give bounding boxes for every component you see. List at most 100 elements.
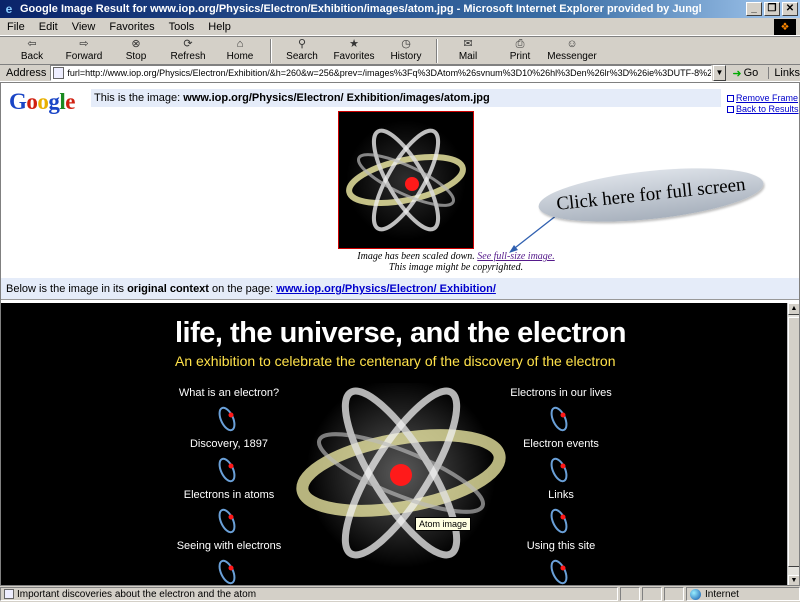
- copyright-notice: This image might be copyrighted.: [388, 262, 524, 273]
- nav-label: Using this site: [526, 540, 596, 552]
- go-arrow-icon: ➜: [732, 67, 742, 80]
- favorites-label: Favorites: [333, 51, 375, 62]
- nav-electrons-in-our-lives[interactable]: Electrons in our lives: [481, 387, 641, 433]
- address-value: furl=http://www.iop.org/Physics/Electron…: [67, 68, 712, 78]
- nav-label: Electrons in our lives: [510, 387, 612, 399]
- home-label: Home: [226, 51, 254, 62]
- messenger-icon: ☺: [566, 38, 578, 50]
- print-button[interactable]: ⎙ Print: [494, 37, 546, 65]
- address-label: Address: [6, 67, 47, 79]
- stop-label: Stop: [125, 51, 147, 62]
- back-label: Back: [20, 51, 44, 62]
- mail-button[interactable]: ✉ Mail: [442, 37, 494, 65]
- google-logo[interactable]: Google: [9, 89, 75, 115]
- nav-what-is-electron[interactable]: What is an electron?: [149, 387, 309, 433]
- search-label: Search: [286, 51, 318, 62]
- links-button[interactable]: Links: [768, 67, 800, 79]
- nav-label: Seeing with electrons: [176, 540, 282, 552]
- scroll-thumb[interactable]: [788, 317, 799, 567]
- back-results-icon: [727, 106, 734, 113]
- close-button[interactable]: ✕: [782, 2, 798, 16]
- status-text-panel: Important discoveries about the electron…: [0, 587, 618, 601]
- minimize-button[interactable]: _: [746, 2, 762, 16]
- browser-content: Google This is the image: www.iop.org/Ph…: [0, 82, 800, 586]
- atom-thumbnail-image[interactable]: [338, 111, 474, 249]
- caption-prefix: Image has been scaled down.: [357, 251, 475, 262]
- standard-toolbar: ⇦ Back ⇨ Forward ⊗ Stop ⟳ Refresh ⌂ Home ⚲ Sea…: [0, 36, 800, 64]
- nav-label: What is an electron?: [178, 387, 280, 399]
- refresh-button[interactable]: ⟳ Refresh: [162, 37, 214, 65]
- callout-arrow-icon: [509, 214, 558, 253]
- google-frame: Google This is the image: www.iop.org/Ph…: [1, 83, 799, 301]
- logo-letter: g: [48, 89, 60, 114]
- image-url: www.iop.org/Physics/Electron/ Exhibition…: [183, 92, 490, 104]
- mail-label: Mail: [458, 51, 478, 62]
- print-label: Print: [509, 51, 531, 62]
- forward-button[interactable]: ⇨ Forward: [58, 37, 110, 65]
- atom-graphic[interactable]: [291, 383, 511, 583]
- atom-tooltip: Atom image: [415, 517, 472, 531]
- original-context-bar: Below is the image in its original conte…: [1, 278, 799, 300]
- mini-atom-icon: [218, 508, 236, 534]
- exhibition-frame: life, the universe, and the electron An …: [1, 303, 787, 585]
- original-page-link[interactable]: www.iop.org/Physics/Electron/ Exhibition…: [276, 283, 496, 295]
- address-dropdown-button[interactable]: ▼: [712, 65, 727, 81]
- ie-icon: e: [5, 2, 13, 16]
- maximize-button[interactable]: ❐: [764, 2, 780, 16]
- window-title: Google Image Result for www.iop.org/Phys…: [20, 3, 702, 15]
- print-icon: ⎙: [515, 38, 525, 50]
- status-panel: [620, 587, 640, 601]
- status-bar: Important discoveries about the electron…: [0, 586, 800, 602]
- favorites-icon: ★: [349, 38, 359, 50]
- back-to-results-link[interactable]: Back to Results: [736, 104, 799, 115]
- logo-letter: o: [26, 89, 38, 114]
- menu-edit[interactable]: Edit: [32, 21, 65, 33]
- forward-arrow-icon: ⇨: [79, 38, 89, 50]
- nav-electron-events[interactable]: Electron events: [481, 438, 641, 484]
- scroll-up-button[interactable]: ▲: [788, 303, 799, 315]
- menu-tools[interactable]: Tools: [162, 21, 202, 33]
- toolbar-separator: [270, 39, 272, 63]
- atom-image: [346, 120, 466, 240]
- vertical-scrollbar[interactable]: ▲ ▼: [787, 303, 799, 585]
- fullscreen-callout[interactable]: Click here for full screen: [536, 159, 766, 231]
- info-prefix: This is the image:: [94, 92, 181, 104]
- nav-links[interactable]: Links: [481, 489, 641, 535]
- history-button[interactable]: ◷ History: [380, 37, 432, 65]
- address-input[interactable]: furl=http://www.iop.org/Physics/Electron…: [50, 65, 712, 81]
- nav-discovery-1897[interactable]: Discovery, 1897: [149, 438, 309, 484]
- scroll-down-button[interactable]: ▼: [788, 575, 799, 585]
- stop-button[interactable]: ⊗ Stop: [110, 37, 162, 65]
- menu-help[interactable]: Help: [201, 21, 238, 33]
- favorites-button[interactable]: ★ Favorites: [328, 37, 380, 65]
- mail-icon: ✉: [463, 38, 473, 50]
- messenger-button[interactable]: ☺ Messenger: [546, 37, 598, 65]
- forward-label: Forward: [65, 51, 103, 62]
- nav-seeing-with-electrons[interactable]: Seeing with electrons: [149, 540, 309, 585]
- menu-file[interactable]: File: [0, 21, 32, 33]
- menu-view[interactable]: View: [65, 21, 103, 33]
- nav-using-this-site[interactable]: Using this site: [481, 540, 641, 585]
- mini-atom-icon: [218, 559, 236, 585]
- back-button[interactable]: ⇦ Back: [6, 37, 58, 65]
- nav-label: Discovery, 1897: [189, 438, 269, 450]
- nav-label: Electron events: [523, 438, 599, 450]
- home-button[interactable]: ⌂ Home: [214, 37, 266, 65]
- remove-frame-link[interactable]: Remove Frame: [736, 93, 798, 104]
- search-button[interactable]: ⚲ Search: [276, 37, 328, 65]
- nav-label: Links: [548, 489, 574, 501]
- menu-favorites[interactable]: Favorites: [102, 21, 161, 33]
- history-label: History: [390, 51, 422, 62]
- mini-atom-icon: [550, 508, 568, 534]
- nav-electrons-in-atoms[interactable]: Electrons in atoms: [149, 489, 309, 535]
- window-title-bar[interactable]: e Google Image Result for www.iop.org/Ph…: [0, 0, 800, 18]
- messenger-label: Messenger: [547, 51, 597, 62]
- refresh-icon: ⟳: [183, 38, 193, 50]
- status-panel: [664, 587, 684, 601]
- go-button[interactable]: ➜ Go: [732, 67, 758, 80]
- exhibition-subtitle: An exhibition to celebrate the centenary…: [175, 353, 616, 369]
- search-icon: ⚲: [297, 38, 307, 50]
- logo-letter: G: [9, 89, 27, 114]
- logo-letter: e: [65, 89, 75, 114]
- stop-icon: ⊗: [131, 38, 141, 50]
